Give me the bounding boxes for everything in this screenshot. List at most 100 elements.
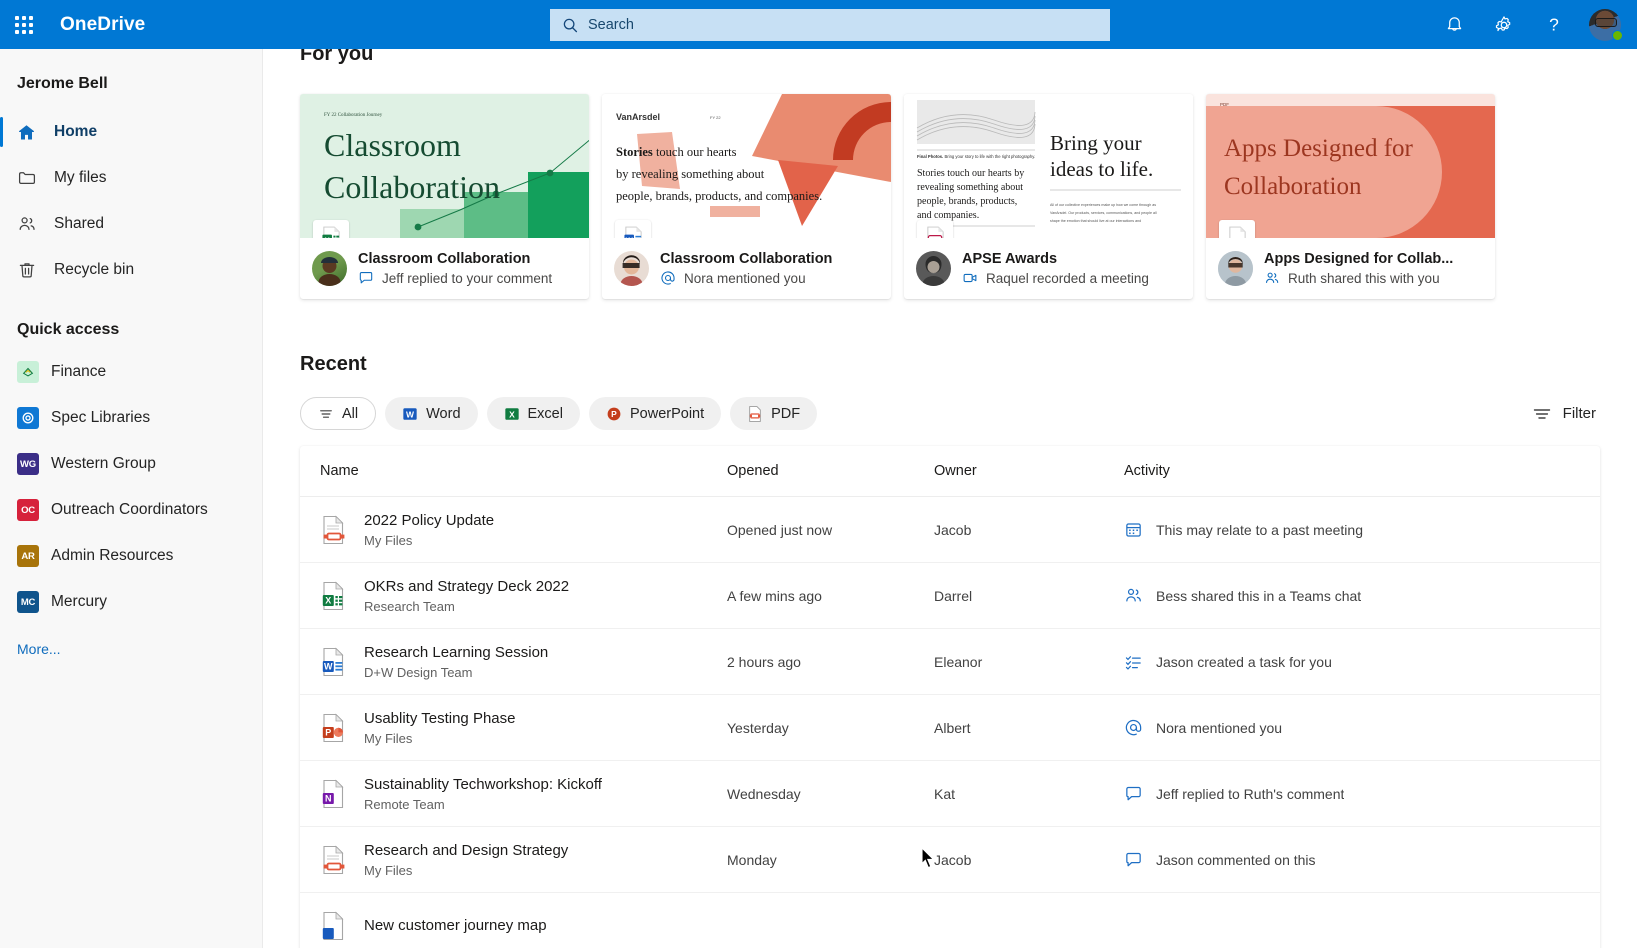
svg-text:VanArsdel. Our products, servi: VanArsdel. Our products, services, commu… (1050, 211, 1157, 215)
table-row[interactable]: Research and Design Strategy My Files Mo… (300, 827, 1600, 893)
table-row[interactable]: New customer journey map (300, 893, 1600, 948)
file-type-filter-pills: All W Word X Excel P PowerPoint PDF Filt… (300, 397, 1637, 430)
svg-text:by revealing something about: by revealing something about (616, 167, 765, 181)
svg-text:revealing something about: revealing something about (917, 182, 1023, 193)
sidebar-item-western-group[interactable]: WG Western Group (0, 441, 262, 487)
svg-text:Stories touch our hearts by: Stories touch our hearts by (917, 168, 1024, 179)
file-name: 2022 Policy Update (364, 511, 495, 529)
search-icon (560, 15, 580, 35)
for-you-card[interactable]: FY 22 Collaboration Journey Classroom Co… (300, 94, 589, 299)
file-name: Research Learning Session (364, 643, 549, 661)
word-file-icon: W (320, 647, 348, 677)
pill-pdf[interactable]: PDF (730, 397, 818, 430)
app-launcher-button[interactable] (0, 1, 48, 49)
site-initials-icon: MC (17, 591, 39, 613)
filter-button[interactable]: Filter (1528, 398, 1600, 430)
pdf-icon (1219, 220, 1255, 238)
pill-label: Word (426, 405, 461, 422)
file-location: Research Team (364, 598, 455, 614)
notifications-button[interactable] (1431, 0, 1477, 49)
svg-text:shape the emotion that should: shape the emotion that should live at ou… (1050, 219, 1141, 223)
opened-value: Monday (727, 851, 777, 868)
avatar (312, 251, 347, 286)
card-title: Apps Designed for Collab... (1264, 251, 1454, 267)
column-header-opened[interactable]: Opened (727, 463, 934, 479)
for-you-card-list: FY 22 Collaboration Journey Classroom Co… (300, 94, 1637, 299)
svg-text:N: N (325, 793, 332, 803)
folder-icon (17, 168, 43, 188)
opened-value: Yesterday (727, 719, 789, 736)
sidebar-item-label: Spec Libraries (51, 409, 151, 426)
sidebar-item-label: Finance (51, 363, 107, 380)
table-row[interactable]: 2022 Policy Update My Files Opened just … (300, 497, 1600, 563)
pill-powerpoint[interactable]: P PowerPoint (588, 397, 722, 430)
svg-text:Final Photos. Bring your story: Final Photos. Bring your story to life w… (917, 154, 1035, 159)
table-row[interactable]: X OKRs and Strategy Deck 2022 Research T… (300, 563, 1600, 629)
account-avatar-button[interactable] (1581, 0, 1629, 49)
svg-text:Bring your: Bring your (1050, 131, 1142, 155)
mention-icon (1124, 718, 1143, 737)
stream-icon (917, 220, 953, 238)
help-button[interactable]: ? (1531, 0, 1577, 49)
svg-text:All of our collective experien: All of our collective experiences make u… (1050, 203, 1156, 207)
table-row[interactable]: N Sustainablity Techworkshop: Kickoff Re… (300, 761, 1600, 827)
column-header-owner[interactable]: Owner (934, 463, 1124, 479)
pill-word[interactable]: W Word (385, 397, 478, 430)
owner-value: Albert (934, 719, 971, 736)
file-name: Sustainablity Techworkshop: Kickoff (364, 775, 602, 793)
pdf-file-icon (320, 515, 348, 545)
pill-excel[interactable]: X Excel (486, 397, 580, 430)
sidebar-item-mercury[interactable]: MC Mercury (0, 579, 262, 625)
powerpoint-file-icon: P (320, 713, 348, 743)
table-row[interactable]: P Usablity Testing Phase My Files Yester… (300, 695, 1600, 761)
suite-header: OneDrive ? (0, 0, 1637, 49)
sidebar-item-shared[interactable]: Shared (0, 201, 262, 247)
excel-icon: X (504, 406, 520, 422)
excel-icon: X (313, 220, 349, 238)
settings-button[interactable] (1481, 0, 1527, 49)
quick-access-heading: Quick access (17, 321, 120, 338)
sidebar-item-label: My files (54, 169, 107, 186)
spec-libraries-site-icon (17, 407, 39, 429)
list-filter-icon (318, 406, 334, 422)
for-you-card[interactable]: VanArsdel FY 22 Stories touch our hearts… (602, 94, 891, 299)
file-location: My Files (364, 532, 413, 548)
for-you-heading: For you (300, 49, 374, 65)
word-file-icon (320, 911, 348, 941)
presence-indicator (1612, 30, 1623, 41)
sidebar-more-link[interactable]: More... (0, 625, 262, 657)
sidebar-item-outreach-coordinators[interactable]: OC Outreach Coordinators (0, 487, 262, 533)
people-icon (1124, 586, 1143, 605)
pill-all[interactable]: All (300, 397, 377, 430)
comment-icon (358, 270, 374, 286)
sidebar-item-my-files[interactable]: My files (0, 155, 262, 201)
people-icon (1264, 270, 1280, 286)
table-header-row: Name Opened Owner Activity (300, 446, 1600, 497)
for-you-card[interactable]: PDF Apps Designed for Collaboration Apps… (1206, 94, 1495, 299)
svg-text:people, brands, products,: people, brands, products, (917, 196, 1017, 207)
brand-title[interactable]: OneDrive (60, 14, 145, 36)
pill-label: PowerPoint (629, 405, 705, 422)
owner-value: Darrel (934, 587, 973, 604)
sidebar-item-recycle-bin[interactable]: Recycle bin (0, 247, 262, 293)
opened-value: Wednesday (727, 785, 801, 802)
search-input[interactable] (588, 17, 1100, 33)
sidebar-item-home[interactable]: Home (0, 109, 262, 155)
file-name: Usablity Testing Phase (364, 709, 516, 727)
for-you-card[interactable]: Final Photos. Bring your story to life w… (904, 94, 1193, 299)
column-header-activity[interactable]: Activity (1124, 463, 1580, 479)
search-box[interactable] (550, 9, 1110, 41)
table-row[interactable]: W Research Learning Session D+W Design T… (300, 629, 1600, 695)
sidebar-item-finance[interactable]: Finance (0, 349, 262, 395)
svg-text:Collaboration: Collaboration (324, 169, 500, 205)
sidebar-item-spec-libraries[interactable]: Spec Libraries (0, 395, 262, 441)
column-header-name[interactable]: Name (320, 463, 727, 479)
calendar-icon (1124, 520, 1143, 539)
svg-text:P: P (325, 727, 331, 737)
activity-text: Jason commented on this (1156, 851, 1316, 868)
sidebar-item-admin-resources[interactable]: AR Admin Resources (0, 533, 262, 579)
svg-text:W: W (406, 409, 414, 419)
opened-value: 2 hours ago (727, 653, 801, 670)
sidebar-user-name: Jerome Bell (17, 75, 108, 92)
pdf-file-icon (320, 845, 348, 875)
